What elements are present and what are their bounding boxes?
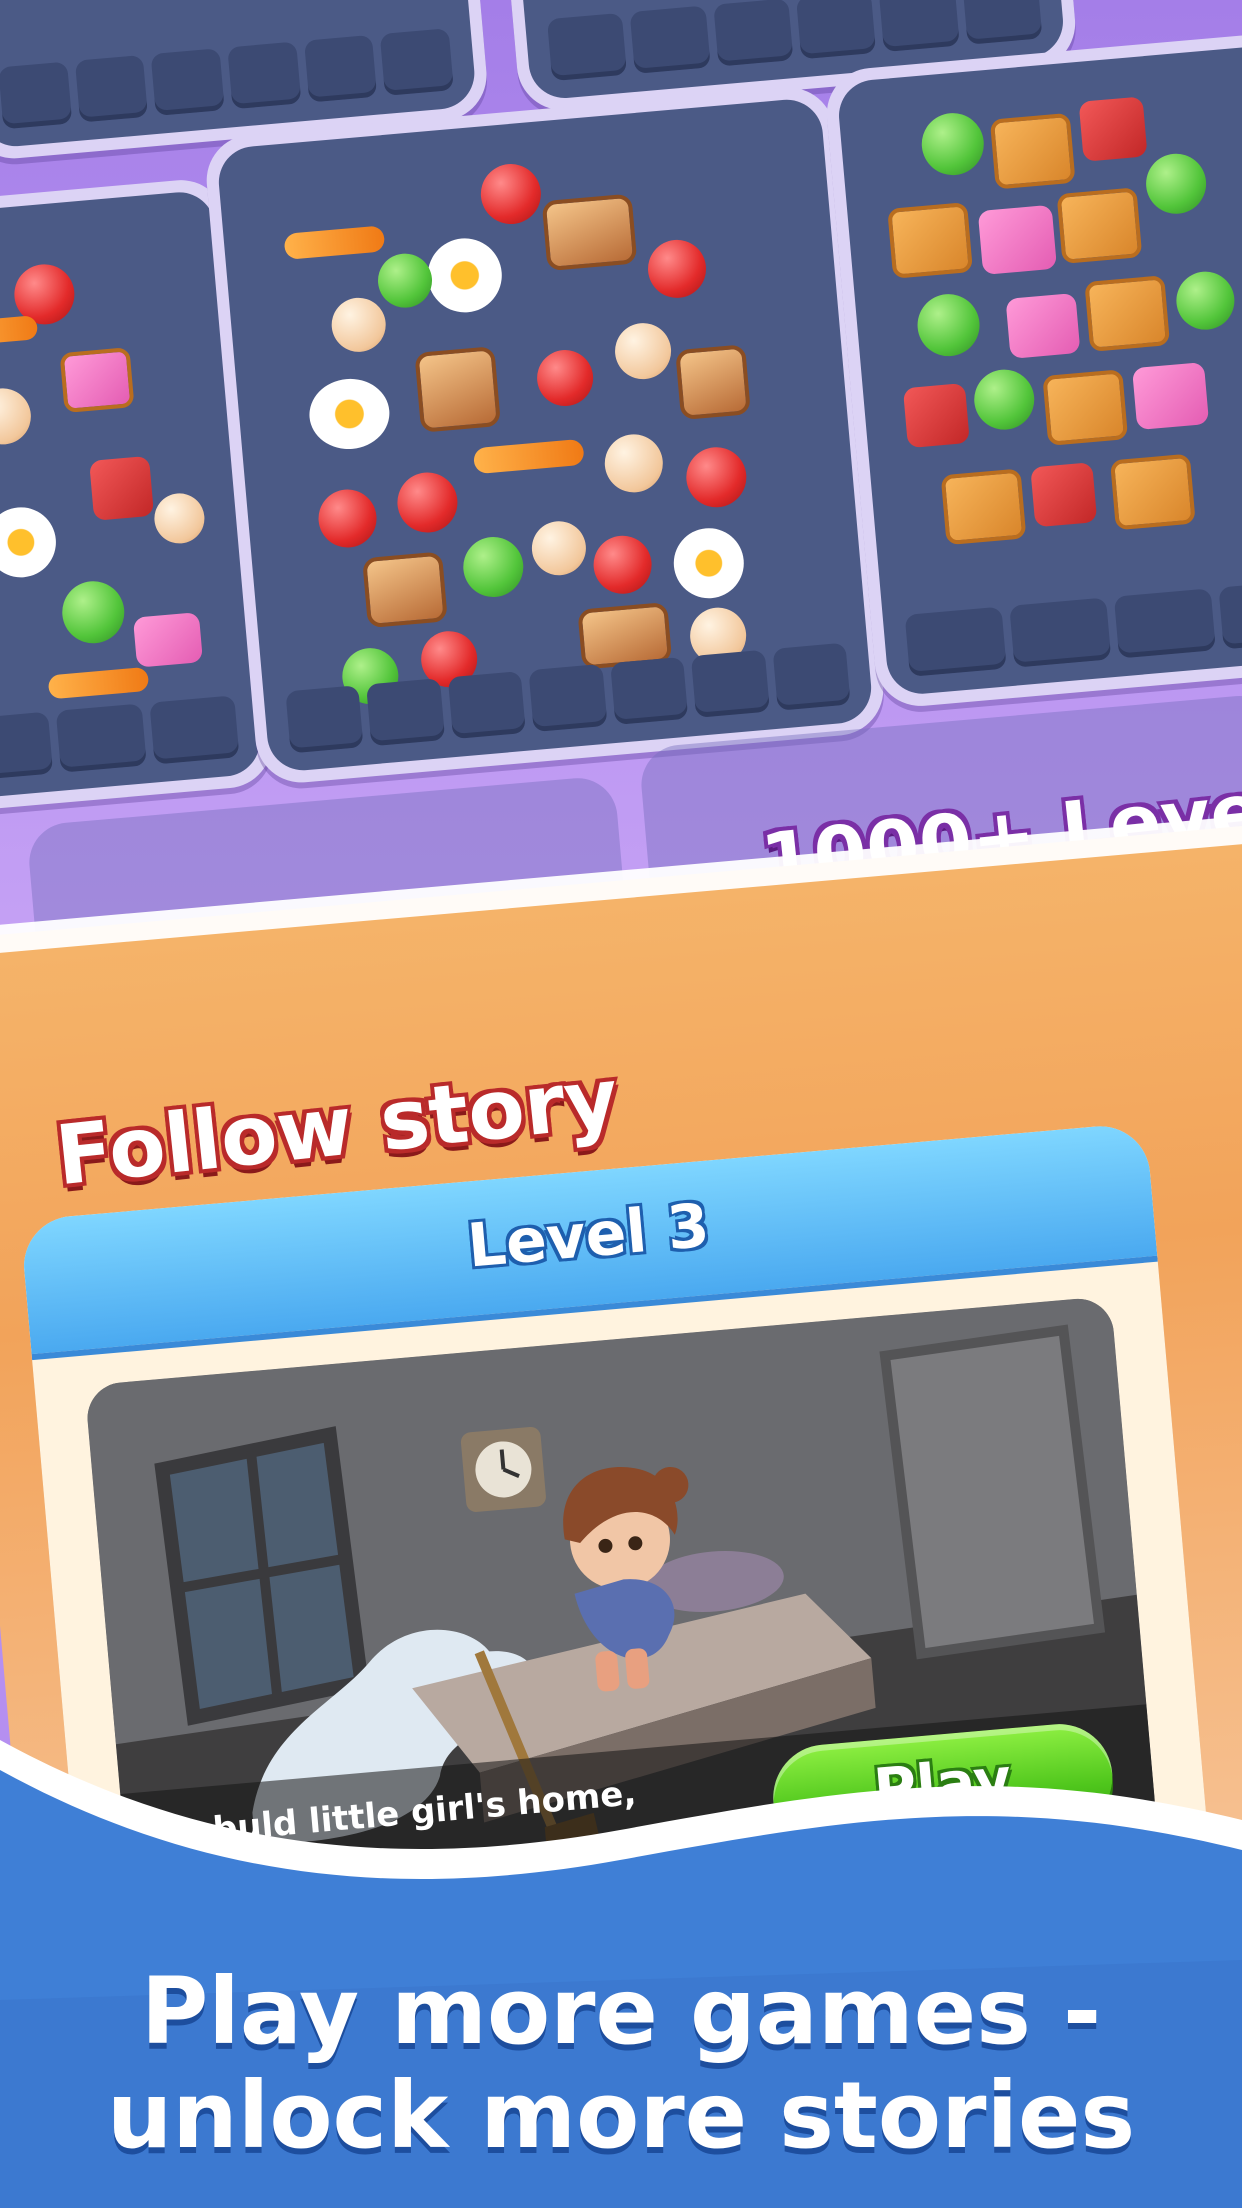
apple-icon [478, 161, 544, 227]
crate-icon [989, 112, 1076, 190]
promo-tagline: Play more games - unlock more stories [0, 1960, 1242, 2168]
tagline-line-2: unlock more stories [106, 2062, 1136, 2169]
egg-icon [424, 235, 505, 316]
gift-box-icon [977, 204, 1058, 275]
level-card-right[interactable] [823, 30, 1242, 710]
carrot-icon [283, 225, 386, 260]
clock-icon [460, 1426, 546, 1512]
level-card-middle[interactable] [202, 83, 888, 787]
tagline-line-1: Play more games - [140, 1958, 1102, 2065]
sandwich-icon [541, 193, 638, 272]
